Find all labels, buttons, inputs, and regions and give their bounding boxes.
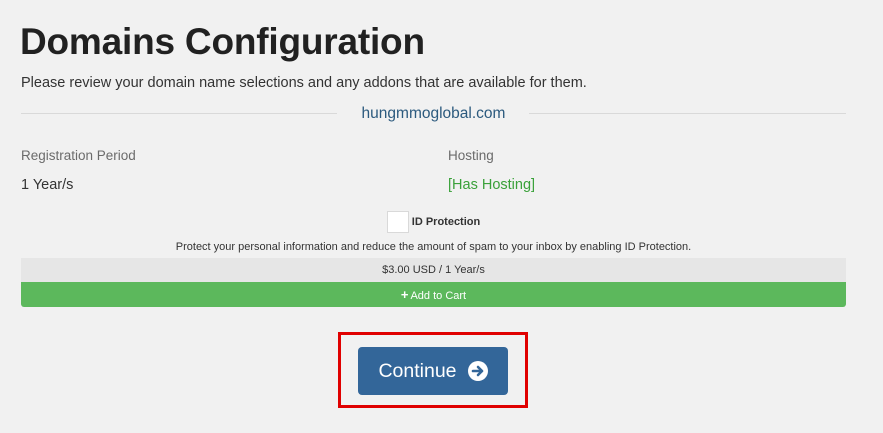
addon-header: ID Protection	[21, 210, 846, 234]
divider-right	[529, 113, 846, 114]
addon-price: $3.00 USD / 1 Year/s	[21, 258, 846, 282]
hosting-value: [Has Hosting]	[448, 177, 536, 193]
page-title: Domains Configuration	[20, 21, 425, 62]
addon-description: Protect your personal information and re…	[175, 241, 692, 253]
continue-label: Continue	[378, 359, 457, 382]
add-to-cart-label: Add to Cart	[410, 290, 467, 302]
add-to-cart-button[interactable]: + Add to Cart	[21, 282, 846, 307]
id-protection-addon: ID Protection Protect your personal info…	[21, 210, 846, 307]
page-subtitle: Please review your domain name selection…	[21, 75, 587, 91]
addon-name: ID Protection	[411, 216, 481, 228]
continue-button[interactable]: Continue	[358, 347, 508, 395]
id-protection-checkbox[interactable]	[386, 211, 409, 233]
domains-config-page: Domains Configuration Please review your…	[0, 0, 883, 433]
arrow-circle-right-icon	[467, 361, 488, 381]
plus-icon: +	[400, 287, 409, 302]
registration-period-label: Registration Period	[21, 148, 136, 163]
hosting-label: Hosting	[448, 148, 494, 163]
domain-name: hungmmoglobal.com	[361, 105, 506, 122]
domain-header: hungmmoglobal.com	[21, 104, 846, 124]
registration-period-value: 1 Year/s	[21, 177, 74, 193]
